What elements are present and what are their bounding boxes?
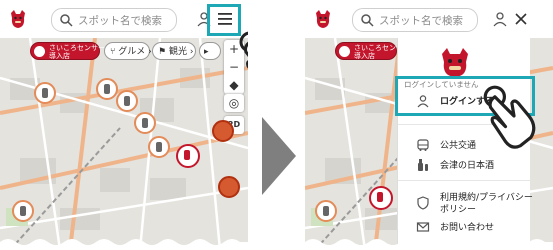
torn-edge [0,239,248,250]
search-icon [361,14,374,27]
map-pin[interactable] [12,200,34,222]
chip-label-line2: 導入店 [354,52,375,60]
crosshair-icon: ◎ [228,96,240,110]
search-icon [60,14,73,27]
chip-more[interactable]: ▸ [199,42,221,60]
search-placeholder: スポット名で検索 [78,15,162,27]
akabeko-logo-icon[interactable] [9,9,27,29]
map-pin[interactable] [116,90,138,112]
close-icon[interactable] [514,12,528,26]
akabeko-logo-icon[interactable] [314,9,332,29]
menu-item-label: 会津の日本酒 [440,161,495,171]
akabeko-mascot-icon [442,48,468,77]
highlight-menu-button [207,4,241,36]
top-bar: スポット名で検索 [305,0,553,38]
shrine-icon [377,192,383,202]
map-view[interactable] [0,37,248,250]
chip-label-line1: さいころセンサー [49,44,105,52]
sake-bottle-icon [418,159,428,171]
sake-bottle-icon [42,88,48,98]
flag-icon: ⚑ [158,47,167,57]
bus-icon [417,139,429,151]
shrine-icon [184,150,190,160]
sake-bottle-icon [124,96,130,106]
menu-item-label: 公共交通 [440,141,477,151]
chip-sightseeing-label: 観光 [168,47,187,57]
map-pin[interactable] [134,112,156,134]
map-pin[interactable] [34,82,56,104]
chip-dice-sensor-stores: さいころセンサー 導入店 [335,42,410,60]
map-pin[interactable] [148,136,170,158]
shield-icon [417,196,429,210]
chip-sightseeing[interactable]: ⚑ 観光 › [152,42,196,60]
search-placeholder: スポット名で検索 [379,15,463,27]
chip-dice-sensor-stores[interactable]: さいころセンサー 導入店 [30,42,105,60]
menu-item-terms-privacy[interactable]: 利用規約/プライバシー ポリシー [398,188,533,218]
pointing-hand-icon [239,31,248,69]
menu-item-label-line2: ポリシー [440,205,477,215]
map-pin-selected [369,186,393,210]
search-bar[interactable]: スポット名で検索 [352,8,478,32]
mail-icon [416,222,430,232]
sake-bottle-icon [323,206,329,216]
dice-sensor-icon [339,46,350,57]
chip-label-line2: 導入店 [49,52,70,60]
dice-sensor-icon [34,46,45,57]
locate-button[interactable]: ◎ [224,94,244,112]
sake-bottle-icon [20,206,26,216]
fork-icon: ⑂ [110,47,116,57]
user-icon[interactable] [492,11,508,27]
map-pin [315,200,337,222]
map-pin[interactable] [96,78,118,100]
chevron-right-icon: › [189,47,194,57]
search-bar[interactable]: スポット名で検索 [51,8,177,32]
chip-gourmet-label: グルメ [118,47,146,57]
menu-item-aizu-sake[interactable]: 会津の日本酒 [398,154,530,176]
sake-bottle-icon [104,84,110,94]
sake-bottle-icon [142,118,148,128]
more-icon: ▸ [204,47,209,57]
menu-item-label: お問い合わせ [440,223,495,233]
map-streets [0,37,248,250]
chip-gourmet[interactable]: ⑂ グルメ › [104,42,152,60]
menu-divider [398,180,530,181]
map-pin-photo[interactable] [212,120,234,142]
pointing-hand-icon [483,85,536,149]
screen-before: スポット名で検索 さいころセンサー 導入店 ⑂ グルメ › ⚑ 観光 › ▸ +… [0,0,248,250]
sake-bottle-icon [156,142,162,152]
torn-edge [305,239,553,250]
map-pin-selected[interactable] [176,144,200,168]
map-pin-photo[interactable] [218,176,240,198]
step-arrow-icon [262,117,296,195]
